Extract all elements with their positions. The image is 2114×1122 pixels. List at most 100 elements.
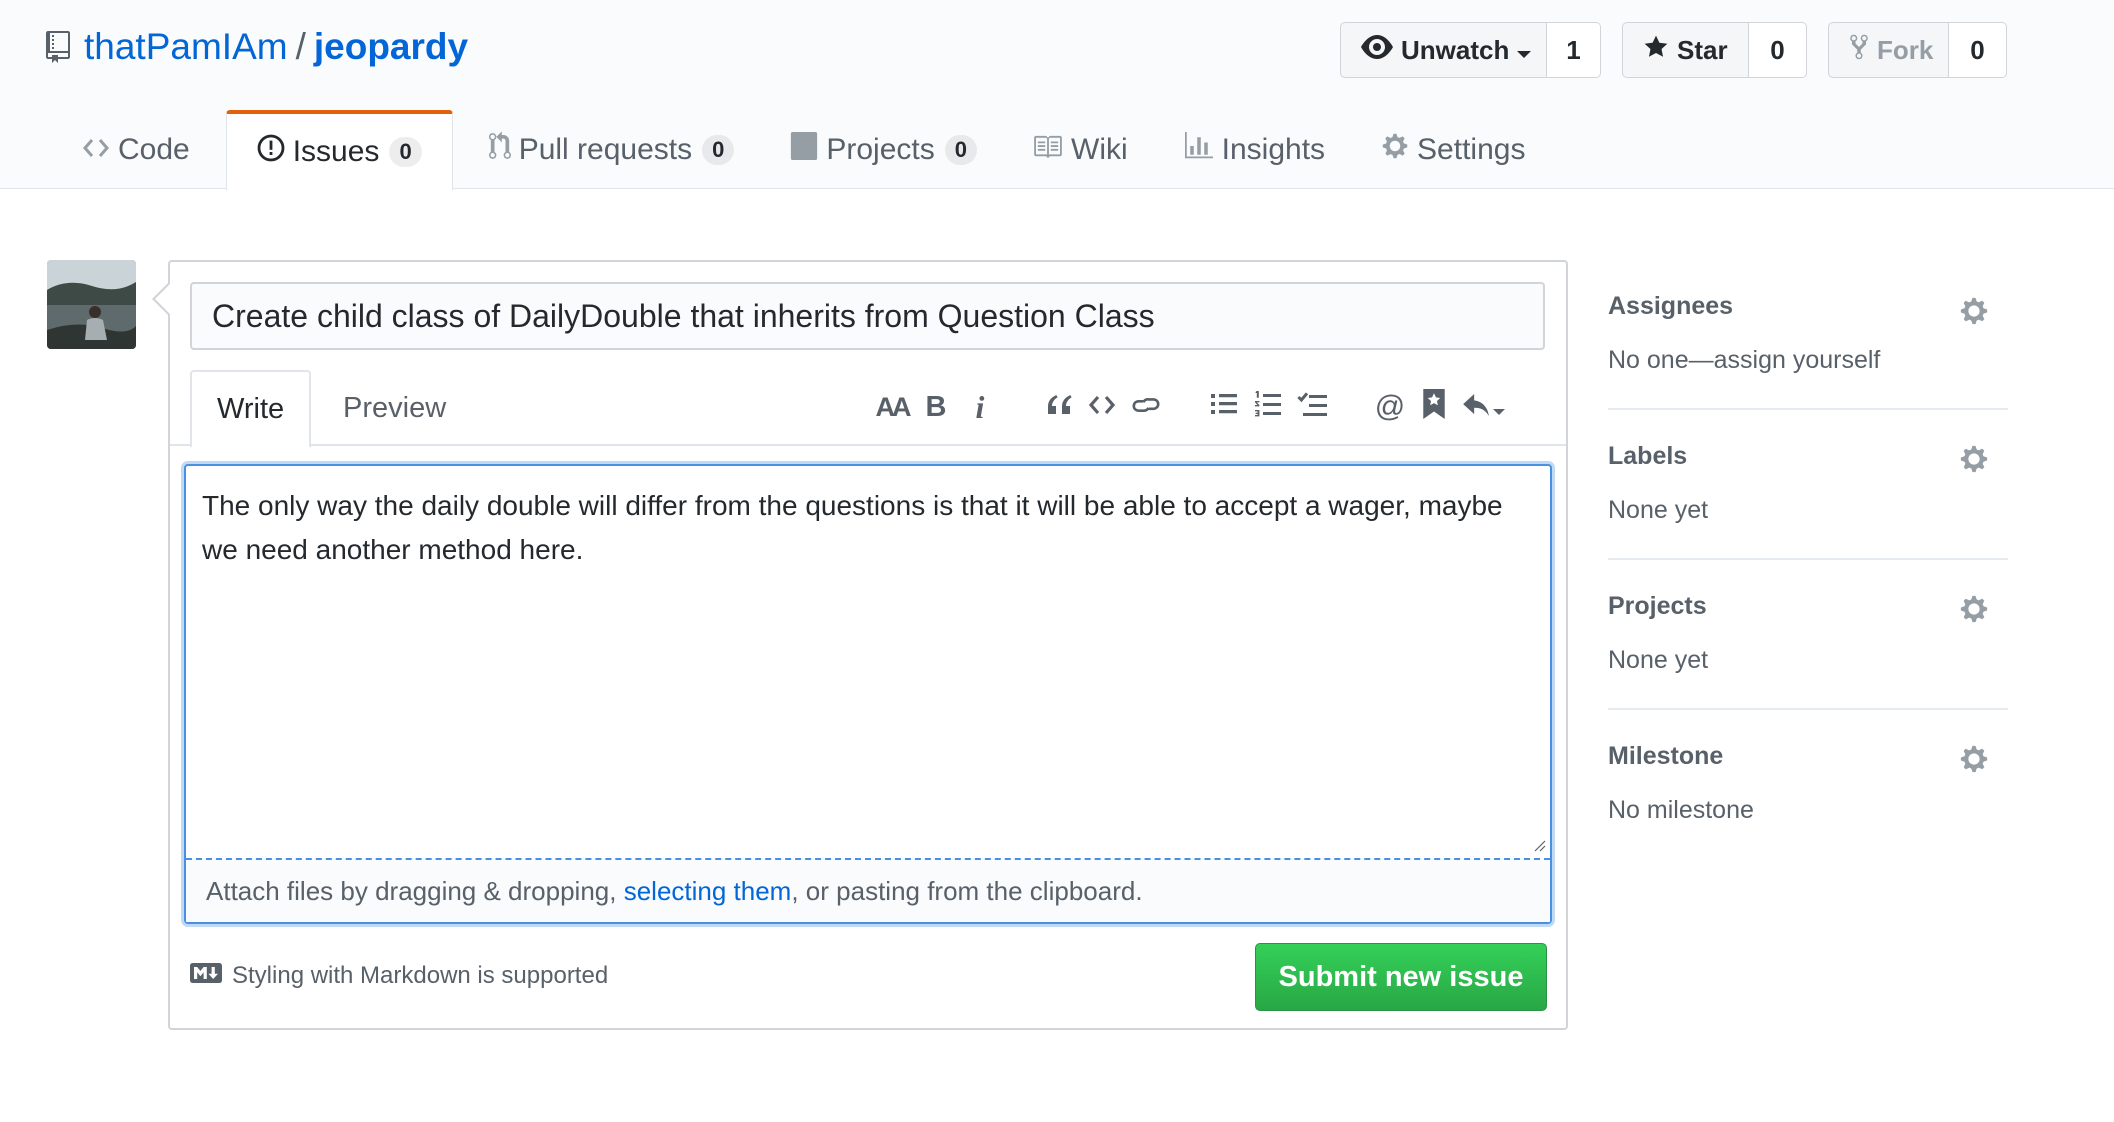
- watch-group: Unwatch 1: [1340, 22, 1601, 78]
- tab-code[interactable]: Code: [62, 110, 210, 190]
- labels-heading: Labels: [1608, 442, 1688, 470]
- tab-settings-label: Settings: [1417, 133, 1526, 166]
- projects-gear-icon[interactable]: [1960, 594, 1988, 629]
- graph-icon: [1184, 132, 1222, 168]
- select-files-link[interactable]: selecting them: [624, 876, 792, 907]
- fork-group: Fork 0: [1828, 22, 2007, 78]
- issue-title-input[interactable]: Create child class of DailyDouble that i…: [190, 282, 1545, 350]
- labels-value: None yet: [1608, 496, 1709, 524]
- repo-title: thatPamIAm / jeopardy: [46, 24, 468, 70]
- markdown-icon[interactable]: [190, 962, 222, 990]
- bold-button[interactable]: B: [914, 385, 958, 429]
- star-group: Star 0: [1622, 22, 1807, 78]
- git-pull-request-icon: [488, 131, 519, 169]
- star-icon: [1643, 34, 1677, 67]
- tab-insights-label: Insights: [1221, 133, 1326, 166]
- bookmark-icon: [1423, 388, 1445, 426]
- forks-count[interactable]: 0: [1949, 22, 2007, 78]
- markdown-toolbar: AA B i @: [870, 382, 1512, 432]
- reply-icon: [1463, 391, 1489, 423]
- tab-projects[interactable]: Projects 0: [770, 110, 997, 190]
- tab-insights[interactable]: Insights: [1164, 110, 1345, 190]
- fork-button[interactable]: Fork: [1828, 22, 1949, 78]
- fork-icon: [1849, 33, 1877, 68]
- comment-body-field[interactable]: The only way the daily double will diffe…: [184, 464, 1552, 924]
- stargazers-count[interactable]: 0: [1749, 22, 1807, 78]
- italic-button[interactable]: i: [958, 385, 1002, 429]
- caret-down-icon: [1517, 35, 1539, 66]
- bold-icon: B: [925, 390, 947, 423]
- tab-issues[interactable]: Issues 0: [225, 110, 453, 191]
- assignees-gear-icon[interactable]: [1960, 296, 1988, 331]
- toolbar-list-group: [1202, 385, 1334, 429]
- milestone-heading: Milestone: [1608, 742, 1724, 770]
- fork-label: Fork: [1877, 34, 1934, 65]
- text-size-icon: AA: [875, 391, 912, 422]
- watchers-count[interactable]: 1: [1547, 22, 1601, 78]
- resize-handle-icon[interactable]: [1530, 836, 1546, 852]
- markdown-note[interactable]: Styling with Markdown is supported: [232, 962, 608, 990]
- pagehead-actions: Unwatch 1 Star 0 Fork 0: [1340, 22, 2007, 78]
- labels-gear-icon[interactable]: [1960, 444, 1988, 479]
- code-button[interactable]: [1080, 385, 1124, 429]
- repo-nav: Code Issues 0 Pull requests 0 Projects 0: [62, 110, 1561, 191]
- tab-wiki-label: Wiki: [1071, 133, 1128, 166]
- tab-preview[interactable]: Preview: [318, 370, 471, 446]
- mention-button[interactable]: @: [1368, 385, 1412, 429]
- repo-header: thatPamIAm / jeopardy Unwatch 1 Star 0 F…: [0, 0, 2114, 191]
- mention-icon: @: [1374, 390, 1406, 423]
- quote-button[interactable]: [1036, 385, 1080, 429]
- file-attachment-bar[interactable]: Attach files by dragging & dropping, sel…: [186, 858, 1550, 922]
- reference-button[interactable]: [1412, 385, 1456, 429]
- milestone-gear-icon[interactable]: [1960, 744, 1988, 779]
- attach-prefix-text: Attach files by dragging & dropping,: [206, 875, 624, 906]
- italic-icon: i: [975, 388, 985, 425]
- toolbar-misc-group: @: [1368, 385, 1512, 429]
- tab-pull-requests-label: Pull requests: [518, 133, 693, 166]
- repo-separator: /: [295, 26, 306, 67]
- projects-value: None yet: [1608, 646, 1709, 674]
- sidebar-projects: Projects None yet: [1608, 560, 2008, 710]
- avatar[interactable]: [47, 260, 136, 349]
- link-button[interactable]: [1124, 385, 1168, 429]
- tab-issues-label: Issues: [292, 135, 380, 168]
- toolbar-text-group: AA B i: [870, 385, 1002, 429]
- project-icon: [790, 132, 826, 168]
- comment-body-textarea[interactable]: The only way the daily double will diffe…: [186, 466, 1550, 858]
- markdown-help: Styling with Markdown is supported: [190, 962, 608, 990]
- tab-wiki[interactable]: Wiki: [1013, 110, 1148, 190]
- repo-icon: [46, 30, 70, 64]
- unordered-list-button[interactable]: [1202, 385, 1246, 429]
- sidebar-assignees: Assignees No one—assign yourself: [1608, 270, 2008, 410]
- submit-new-issue-button[interactable]: Submit new issue: [1255, 943, 1547, 1011]
- assign-yourself-link[interactable]: No one—assign yourself: [1608, 346, 1880, 375]
- book-icon: [1033, 133, 1071, 167]
- comment-arrow-fill: [155, 283, 171, 315]
- tab-write[interactable]: Write: [190, 370, 312, 448]
- header-text-button[interactable]: AA: [870, 385, 914, 429]
- code-icon: [1088, 391, 1116, 423]
- tab-settings[interactable]: Settings: [1361, 110, 1545, 190]
- caret-down-icon: [1493, 391, 1505, 423]
- tab-code-label: Code: [118, 133, 190, 166]
- ordered-list-button[interactable]: [1246, 385, 1290, 429]
- repo-name-link[interactable]: jeopardy: [314, 26, 468, 68]
- tab-projects-label: Projects: [826, 133, 935, 166]
- star-button[interactable]: Star: [1622, 22, 1749, 78]
- issues-counter: 0: [389, 137, 422, 167]
- tasklist-icon: [1297, 391, 1327, 424]
- projects-counter: 0: [944, 135, 977, 165]
- projects-heading: Projects: [1608, 592, 1707, 620]
- tab-pull-requests[interactable]: Pull requests 0: [469, 110, 755, 190]
- discussion-sidebar: Assignees No one—assign yourself Labels …: [1608, 270, 2008, 860]
- task-list-button[interactable]: [1290, 385, 1334, 429]
- assignees-heading: Assignees: [1608, 292, 1734, 320]
- list-ordered-icon: [1255, 390, 1281, 424]
- repo-owner-link[interactable]: thatPamIAm: [84, 26, 288, 68]
- unwatch-button[interactable]: Unwatch: [1340, 22, 1547, 78]
- star-label: Star: [1677, 34, 1728, 65]
- saved-replies-button[interactable]: [1456, 385, 1512, 429]
- code-icon: [82, 133, 118, 167]
- sidebar-labels: Labels None yet: [1608, 410, 2008, 560]
- list-unordered-icon: [1211, 391, 1237, 423]
